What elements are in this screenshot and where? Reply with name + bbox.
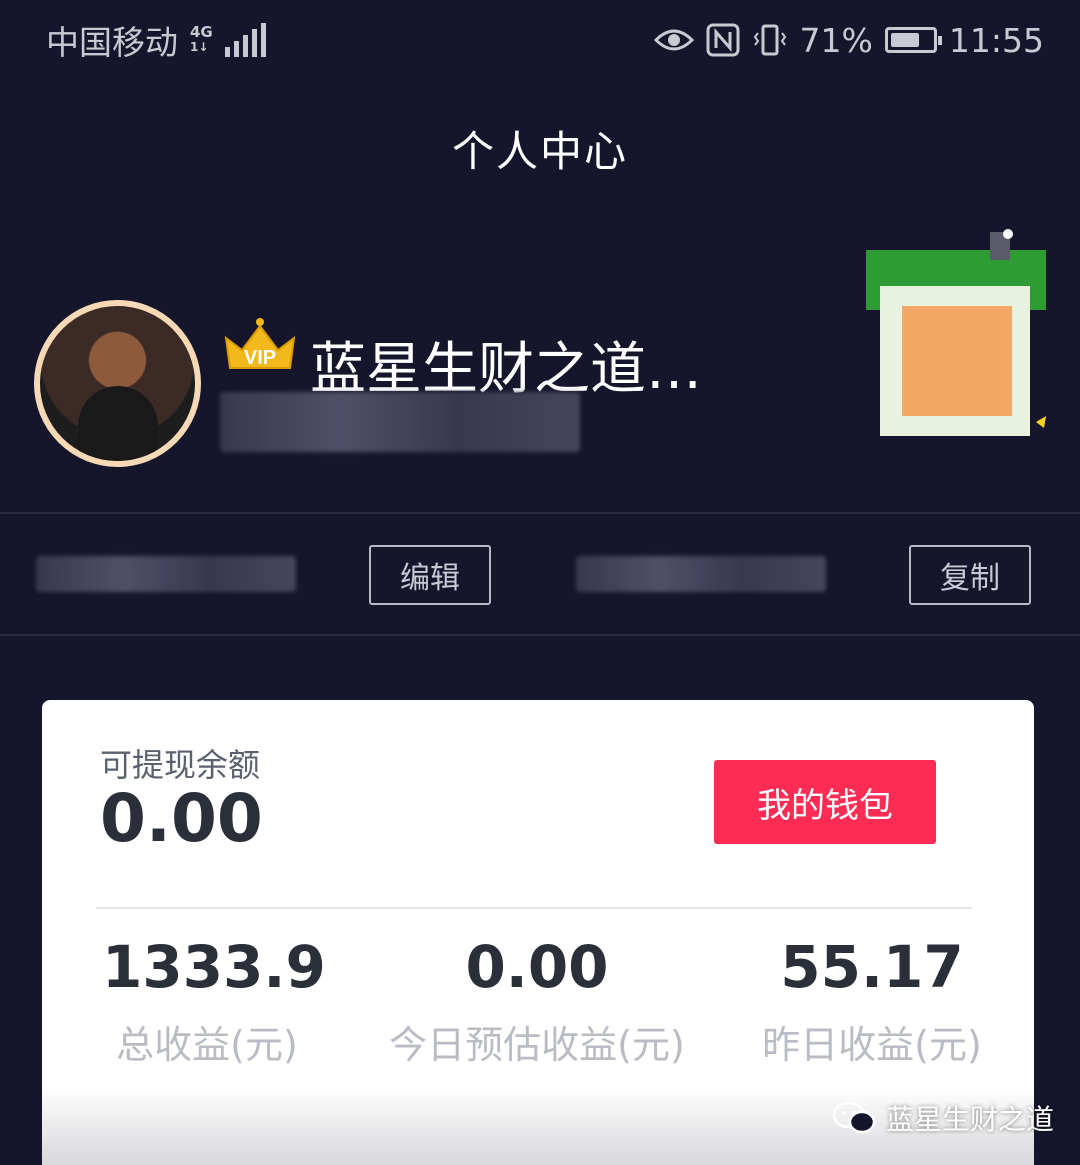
card-divider [96,907,972,909]
network-label: 4G [190,23,213,41]
watermark-text: 蓝星生财之道 [886,1103,1055,1136]
wechat-icon [832,1101,876,1134]
balance-value: 0.00 [100,780,263,857]
edit-button[interactable]: 编辑 [369,545,491,605]
vibrate-icon [753,24,786,56]
stat-value: 0.00 [465,933,609,1001]
stat-value: 1333.9 [102,933,326,1001]
status-right: 71% 11:55 [653,20,1044,60]
stat-yesterday-earnings: 55.17 昨日收益(元) [752,932,992,1069]
user-id-redacted [220,392,580,452]
earnings-card: 可提现余额 0.00 我的钱包 1333.9 总收益(元) 0.00 今日预估收… [42,700,1034,1165]
account-info-redacted [36,556,296,592]
carrier-name: 中国移动 [46,23,178,62]
network-type: 4G 1↓ [190,23,213,55]
stat-today-estimated: 0.00 今日预估收益(元) [382,932,692,1069]
copy-button[interactable]: 复制 [909,545,1031,605]
avatar[interactable] [34,300,201,467]
stat-value: 55.17 [780,933,964,1001]
stat-label: 昨日收益(元) [762,1023,982,1067]
vip-badge-label: VIP [244,347,276,369]
section-divider-bottom [0,634,1080,636]
stat-label: 总收益(元) [116,1023,298,1067]
gift-calendar-icon[interactable] [866,226,1046,436]
battery-icon [884,27,942,53]
section-divider-top [0,512,1080,514]
invite-code-redacted [576,556,826,592]
stat-total-earnings: 1333.9 总收益(元) [102,932,326,1069]
status-left: 中国移动 4G 1↓ [46,16,266,64]
watermark: 蓝星生财之道 [832,1098,1054,1138]
nfc-icon [706,23,740,57]
stat-label: 今日预估收益(元) [389,1023,685,1067]
page-title: 个人中心 [451,127,628,176]
clock: 11:55 [948,20,1044,60]
signal-icon [224,23,266,57]
my-wallet-button[interactable]: 我的钱包 [714,760,936,844]
vip-crown-icon: VIP [224,318,296,369]
eye-comfort-icon [653,29,694,51]
battery-percent: 71% [799,20,873,60]
status-bar: 中国移动 4G 1↓ 71% 11:55 [0,0,1080,80]
